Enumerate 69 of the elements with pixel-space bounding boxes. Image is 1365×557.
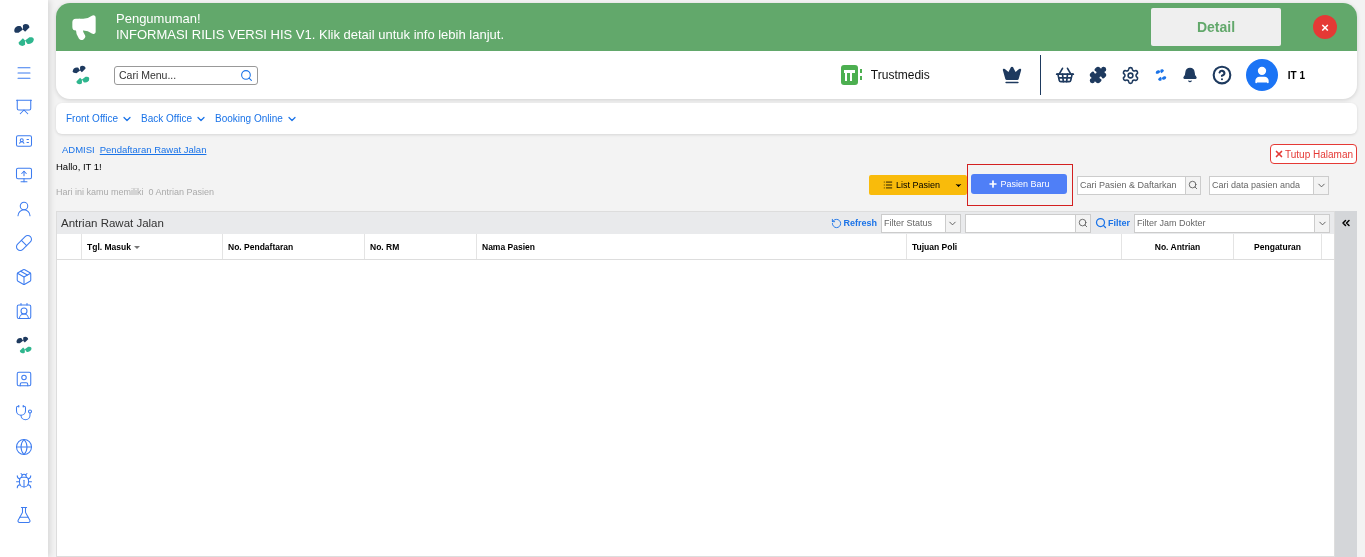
plus-logo-icon [11,22,37,48]
nav-menu[interactable]: Back Office [141,112,207,125]
plus-icon [988,179,999,189]
new-patient-button[interactable]: Pasien Baru [971,174,1067,194]
search-icon [1078,218,1088,228]
doctor-filter-field[interactable]: Filter Jam Dokter [1134,213,1314,233]
settings-icon[interactable] [1120,65,1140,85]
filter-link[interactable]: Filter [1095,217,1130,229]
column-header[interactable]: No. Pendaftaran [222,234,364,259]
refresh-link[interactable]: Refresh [831,217,877,229]
plus-logo-icon [70,64,92,86]
list-patients-button[interactable]: List Pasien [869,175,967,195]
bug-icon [15,472,33,490]
table-search-field[interactable] [965,213,1075,233]
contact-card-icon [15,302,33,320]
user-name: IT 1 [1287,69,1305,81]
column-header[interactable]: Tgl. Masuk [81,234,222,259]
collapse-icon [1340,217,1352,229]
bell-icon[interactable] [1181,67,1198,83]
refresh-icon [831,217,843,229]
close-icon [1274,149,1284,159]
home-logo-button[interactable] [70,64,92,86]
basket-icon[interactable] [1054,65,1075,85]
menu-icon [15,64,33,82]
column-header[interactable]: No. RM [364,234,476,259]
stethoscope-icon [15,404,33,422]
list-icon [883,180,893,190]
table-title: Antrian Rawat Jalan [61,217,164,229]
crown-icon[interactable] [1001,65,1022,85]
column-header[interactable]: Nama Pasien [476,234,906,259]
register-search-field[interactable]: Cari Pasien & Daftarkan [1077,175,1185,195]
column-header[interactable]: No. Antrian [1121,234,1233,259]
presentation-icon [15,98,33,116]
breadcrumb-link[interactable]: ADMISI [62,144,95,155]
announcement-message: INFORMASI RILIS VERSI HIS V1. Klik detail untuk info lebih lanjut. [116,27,505,43]
column-header[interactable]: Tujuan Poli [906,234,1121,259]
plus-logo-icon[interactable] [1153,68,1168,82]
pill-icon [15,234,33,252]
menu-search-field[interactable]: Cari Menu... [114,65,258,85]
search-button[interactable] [1185,175,1201,195]
person-icon [15,200,33,218]
megaphone-icon [70,13,98,41]
announcement-title: Pengumuman! [116,11,202,27]
column-header[interactable]: Pengaturan [1233,234,1321,259]
user-card-icon [15,370,33,388]
nav-menu[interactable]: Booking Online [215,112,298,125]
monitor-icon [15,166,33,184]
flask-icon [15,506,33,524]
user-avatar[interactable] [1245,59,1278,91]
search-icon[interactable] [240,68,253,82]
breadcrumb-link[interactable]: Pendaftaran Rawat Jalan [99,144,207,155]
greeting-text: Hallo, IT 1! [56,161,103,172]
search-icon [1188,180,1198,190]
patient-search-field[interactable]: Cari data pasien anda [1209,175,1313,195]
id-card-icon [15,132,33,150]
brand-name: Trustmedis [870,68,930,82]
brand-logo-icon [840,65,863,85]
package-icon [15,268,33,286]
help-icon[interactable] [1211,65,1232,85]
globe-icon [15,438,33,456]
puzzle-icon[interactable] [1088,66,1107,84]
sort-caret-icon [132,243,141,250]
detail-button[interactable]: Detail [1151,8,1281,46]
status-filter-field[interactable]: Filter Status [881,213,945,233]
close-button[interactable]: × [1313,15,1337,39]
nav-menu[interactable]: Front Office [66,112,134,125]
plus-logo-icon [14,335,34,355]
close-page-button[interactable]: Tutup Halaman [1270,144,1357,164]
search-icon [1095,217,1107,229]
